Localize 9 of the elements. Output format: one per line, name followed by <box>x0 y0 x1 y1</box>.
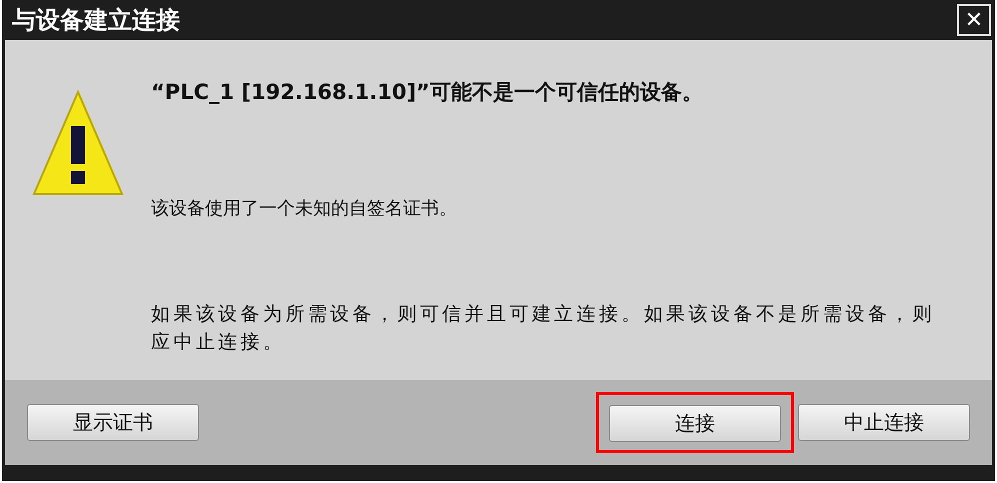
message-text: 该设备使用了一个未知的自签名证书。 <box>151 197 458 220</box>
dialog-button[interactable]: 中止连接 <box>798 404 970 441</box>
window-title: 与设备建立连接 <box>12 5 180 36</box>
message-text: 如果该设备为所需设备，则可信并且可建立连接。如果该设备不是所需设备，则应中止连接。 <box>151 302 936 355</box>
dialog-button[interactable]: 显示证书 <box>27 404 199 441</box>
warning-icon <box>32 88 124 198</box>
close-button[interactable]: ✕ <box>957 4 991 36</box>
dialog-button[interactable]: 连接 <box>609 405 781 442</box>
message-heading: “PLC_1 [192.168.1.10]”可能不是一个可信任的设备。 <box>151 79 704 106</box>
